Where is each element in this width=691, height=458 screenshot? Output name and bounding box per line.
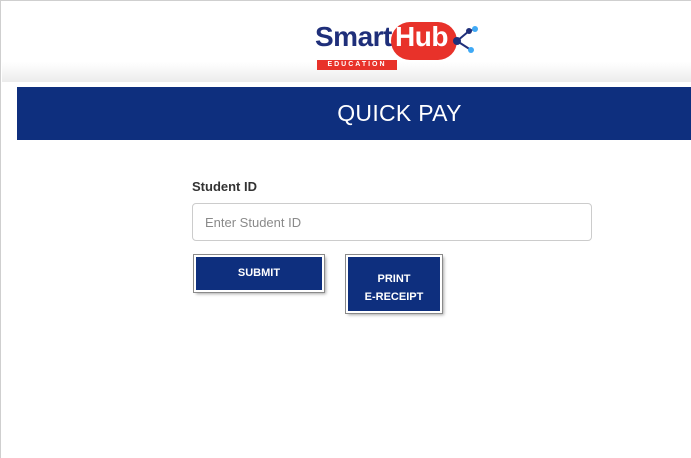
student-id-input[interactable]: [192, 203, 592, 241]
submit-button-label: SUBMIT: [237, 267, 281, 279]
logo-hub-text: Hub: [395, 21, 448, 52]
logo-education-tagline: EDUCATION: [317, 60, 397, 70]
logo-smart-text: Smart: [315, 21, 392, 52]
page-title: QUICK PAY: [337, 100, 462, 126]
student-id-label: Student ID: [192, 179, 257, 194]
quick-pay-banner: QUICK PAY: [17, 87, 691, 140]
print-button-label-line1: PRINT: [377, 273, 411, 285]
smarthub-logo: Smart Hub EDUCATION: [315, 16, 485, 72]
logo-network-icon: [453, 26, 478, 53]
submit-button[interactable]: SUBMIT: [193, 254, 325, 293]
page-frame: Smart Hub EDUCATION QUICK PAY Student ID…: [0, 0, 691, 458]
print-button-label-line2: E-RECEIPT: [364, 291, 424, 303]
header: Smart Hub EDUCATION: [2, 2, 691, 82]
print-e-receipt-button[interactable]: PRINT E-RECEIPT: [345, 254, 443, 314]
